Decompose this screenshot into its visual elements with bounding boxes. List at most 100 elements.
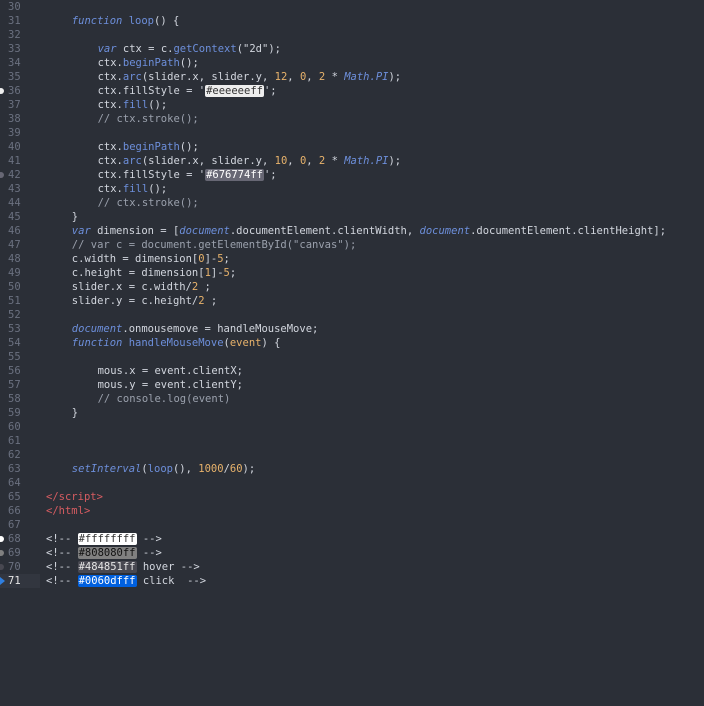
line-gutter[interactable]: 52 (0, 308, 40, 322)
line-gutter[interactable]: 40 (0, 140, 40, 154)
line-gutter[interactable]: 33 (0, 42, 40, 56)
code-line[interactable]: 42 ctx.fillStyle = '#676774ff'; (0, 168, 704, 182)
code-line[interactable]: 59} (0, 406, 704, 420)
line-number: 40 (8, 141, 21, 153)
code-line[interactable]: 65 </script> (0, 490, 704, 504)
code-line[interactable]: 55 (0, 350, 704, 364)
code-editor[interactable]: 30 31 function loop() {32 33 var ctx = c.get… (0, 0, 704, 706)
code-line[interactable]: 44 // ctx.stroke(); (0, 196, 704, 210)
line-gutter[interactable]: 55 (0, 350, 40, 364)
line-gutter[interactable]: 51 (0, 294, 40, 308)
line-gutter[interactable]: 35 (0, 70, 40, 84)
code-token: --> (136, 533, 162, 545)
line-gutter[interactable]: 42 (0, 168, 40, 182)
line-gutter[interactable]: 62 (0, 448, 40, 462)
code-line[interactable]: 43 ctx.fill(); (0, 182, 704, 196)
line-gutter[interactable]: 36 (0, 84, 40, 98)
line-number: 37 (8, 99, 21, 111)
line-gutter[interactable]: 61 (0, 434, 40, 448)
line-number: 39 (8, 127, 21, 139)
code-line[interactable]: 49 c.height = dimension[1]-5; (0, 266, 704, 280)
line-gutter[interactable]: 30 (0, 0, 40, 14)
code-text: ctx.fill(); (98, 182, 168, 196)
line-number: 55 (8, 351, 21, 363)
line-gutter[interactable]: 71 (0, 574, 40, 588)
code-line[interactable]: 56 mous.x = event.clientX; (0, 364, 704, 378)
code-token: * (325, 155, 345, 167)
line-gutter[interactable]: 38 (0, 112, 40, 126)
code-line[interactable]: 40 ctx.beginPath(); (0, 140, 704, 154)
line-gutter[interactable]: 53 (0, 322, 40, 336)
line-gutter[interactable]: 70 (0, 560, 40, 574)
line-gutter[interactable]: 50 (0, 280, 40, 294)
code-line[interactable]: 70 <!-- #484851ff hover --> (0, 560, 704, 574)
line-gutter[interactable]: 41 (0, 154, 40, 168)
line-number: 61 (8, 435, 21, 447)
line-gutter[interactable]: 49 (0, 266, 40, 280)
code-line[interactable]: 47 // var c = document.getElementById("ca… (0, 238, 704, 252)
line-gutter[interactable]: 48 (0, 252, 40, 266)
code-line[interactable]: 31 function loop() { (0, 14, 704, 28)
code-line[interactable]: 69 <!-- #808080ff --> (0, 546, 704, 560)
line-gutter[interactable]: 60 (0, 420, 40, 434)
code-line[interactable]: 64 (0, 476, 704, 490)
code-token: } (71, 407, 79, 419)
code-line[interactable]: 62 (0, 448, 704, 462)
code-line[interactable]: 38 // ctx.stroke(); (0, 112, 704, 126)
line-gutter[interactable]: 58 (0, 392, 40, 406)
line-gutter[interactable]: 54 (0, 336, 40, 350)
code-line[interactable]: 50 slider.x = c.width/2 ; (0, 280, 704, 294)
code-line[interactable]: 33 var ctx = c.getContext("2d"); (0, 42, 704, 56)
line-gutter[interactable]: 57 (0, 378, 40, 392)
code-line[interactable]: 71 <!-- #0060dfff click --> (0, 574, 704, 588)
line-gutter[interactable]: 44 (0, 196, 40, 210)
code-line[interactable]: 67 (0, 518, 704, 532)
line-gutter[interactable]: 39 (0, 126, 40, 140)
code-line[interactable]: 60 (0, 420, 704, 434)
code-line[interactable]: 52 (0, 308, 704, 322)
code-line[interactable]: 35 ctx.arc(slider.x, slider.y, 12, 0, 2 *… (0, 70, 704, 84)
line-gutter[interactable]: 65 (0, 490, 40, 504)
line-gutter[interactable]: 31 (0, 14, 40, 28)
code-line[interactable]: 54 function handleMouseMove(event) { (0, 336, 704, 350)
code-line[interactable]: 37 ctx.fill(); (0, 98, 704, 112)
line-gutter[interactable]: 32 (0, 28, 40, 42)
color-swatch: #484851ff (77, 561, 137, 573)
code-line[interactable]: 32 (0, 28, 704, 42)
line-gutter[interactable]: 63 (0, 462, 40, 476)
code-line[interactable]: 30 (0, 0, 704, 14)
code-line[interactable]: 57 mous.y = event.clientY; (0, 378, 704, 392)
code-line[interactable]: 68 <!-- #ffffffff --> (0, 532, 704, 546)
code-text: c.height = dimension[1]-5; (72, 266, 236, 280)
line-gutter[interactable]: 43 (0, 182, 40, 196)
code-line[interactable]: 63 setInterval(loop(), 1000/60); (0, 462, 704, 476)
code-line[interactable]: 51 slider.y = c.height/2 ; (0, 294, 704, 308)
line-gutter[interactable]: 56 (0, 364, 40, 378)
line-gutter[interactable]: 68 (0, 532, 40, 546)
line-gutter[interactable]: 45 (0, 210, 40, 224)
line-gutter[interactable]: 34 (0, 56, 40, 70)
code-token: (), (172, 463, 199, 475)
code-line[interactable]: 58 // console.log(event) (0, 392, 704, 406)
code-line[interactable]: 66 </html> (0, 504, 704, 518)
code-line[interactable]: 41 ctx.arc(slider.x, slider.y, 10, 0, 2 *… (0, 154, 704, 168)
line-number: 65 (8, 491, 21, 503)
code-line[interactable]: 48 c.width = dimension[0]-5; (0, 252, 704, 266)
line-gutter[interactable]: 66 (0, 504, 40, 518)
line-gutter[interactable]: 64 (0, 476, 40, 490)
code-line[interactable]: 53 document.onmousemove = handleMouseMove… (0, 322, 704, 336)
code-line[interactable]: 61 (0, 434, 704, 448)
line-gutter[interactable]: 47 (0, 238, 40, 252)
line-gutter[interactable]: 59 (0, 406, 40, 420)
code-token: (); (179, 141, 199, 153)
line-gutter[interactable]: 69 (0, 546, 40, 560)
line-number: 70 (8, 561, 21, 573)
line-gutter[interactable]: 46 (0, 224, 40, 238)
line-gutter[interactable]: 37 (0, 98, 40, 112)
code-line[interactable]: 36 ctx.fillStyle = '#eeeeeeff'; (0, 84, 704, 98)
code-line[interactable]: 34 ctx.beginPath(); (0, 56, 704, 70)
code-line[interactable]: 39 (0, 126, 704, 140)
code-line[interactable]: 46 var dimension = [document.documentElem… (0, 224, 704, 238)
line-gutter[interactable]: 67 (0, 518, 40, 532)
code-line[interactable]: 45} (0, 210, 704, 224)
